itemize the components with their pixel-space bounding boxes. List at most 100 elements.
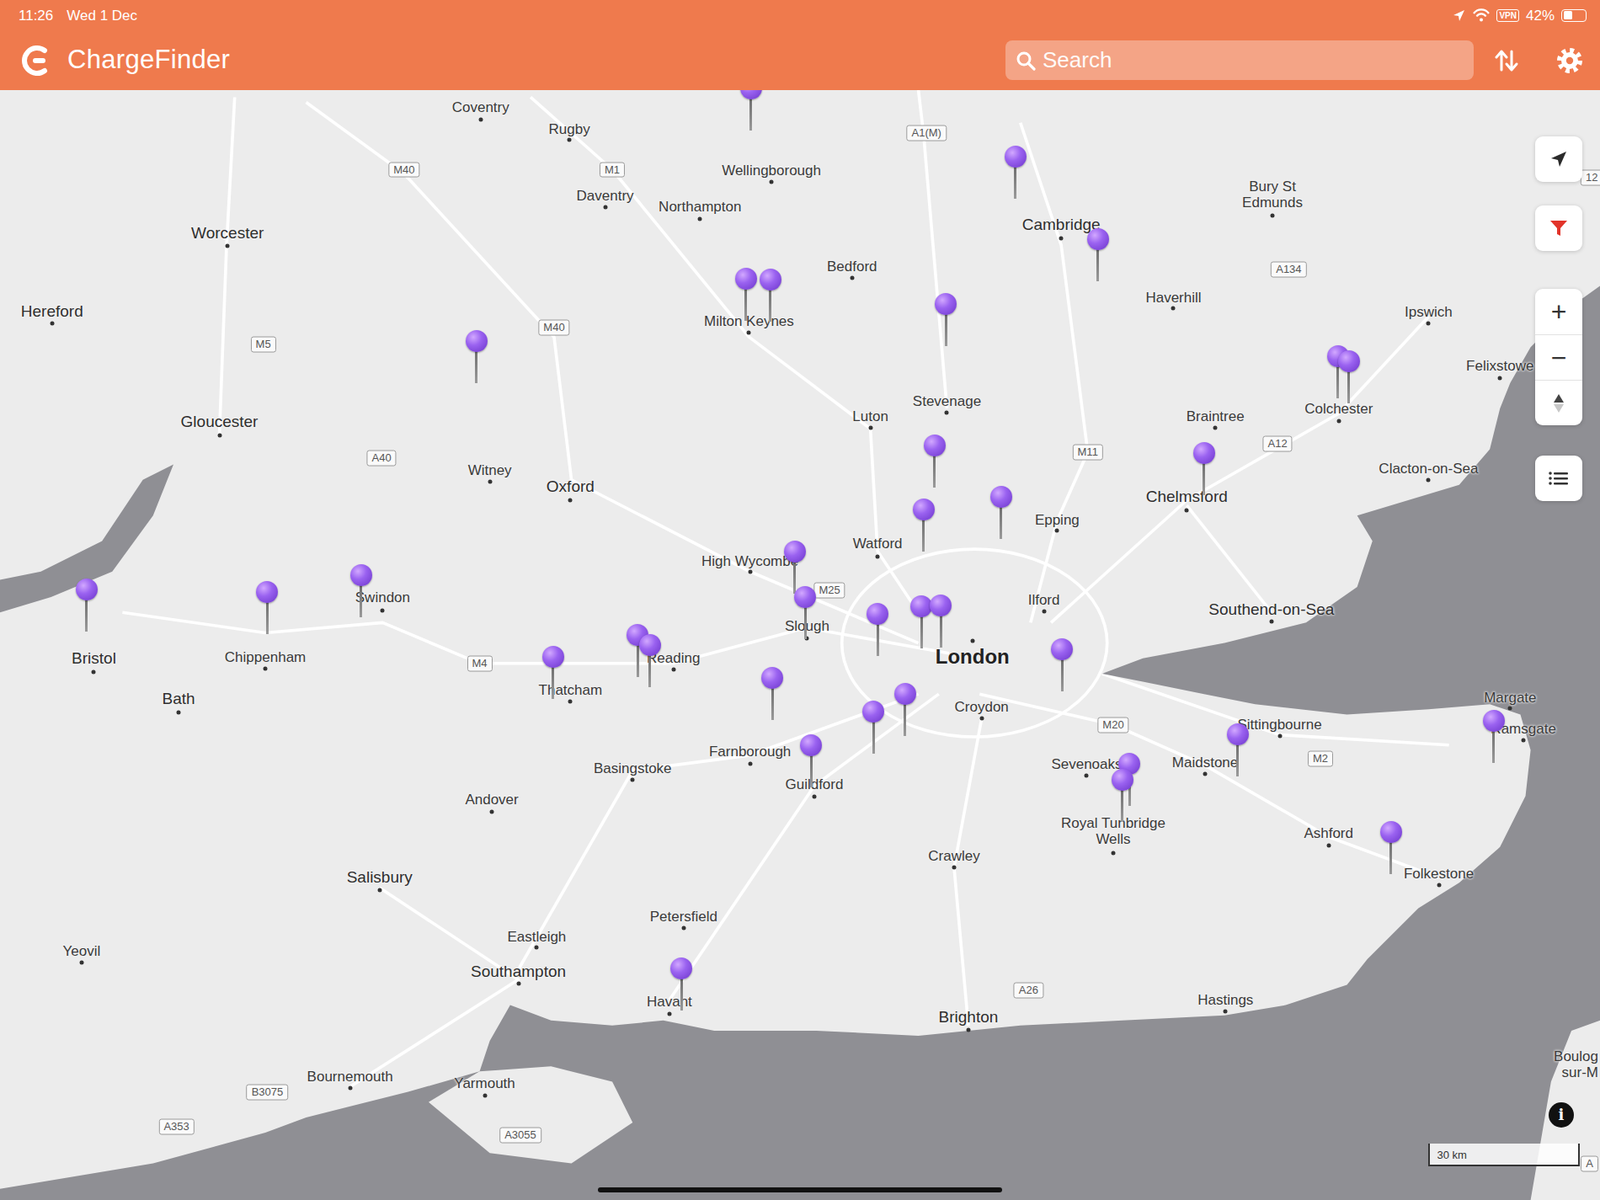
pin-needle [636, 643, 640, 678]
pin-needle [749, 96, 752, 131]
place-label: Bedford [826, 258, 878, 276]
city-dot [567, 138, 572, 143]
charger-pin[interactable] [740, 90, 763, 130]
road-label: M11 [1072, 444, 1104, 461]
zoom-in-label: + [1551, 298, 1568, 326]
search-field[interactable] [1005, 40, 1474, 80]
city-dot [568, 698, 573, 704]
charger-pin[interactable] [784, 540, 806, 593]
pin-head [794, 586, 816, 608]
road-label: M20 [1097, 716, 1129, 733]
place-label: Haverhill [1145, 289, 1201, 307]
city-dot [1203, 771, 1208, 776]
charger-pin[interactable] [256, 581, 278, 634]
pin-head [256, 581, 278, 603]
filter-button[interactable] [1535, 205, 1583, 251]
charger-pin[interactable] [761, 666, 784, 720]
pin-needle [1096, 247, 1099, 282]
city-dot [1055, 528, 1060, 534]
place-label: Oxford [546, 477, 595, 496]
charger-pin[interactable] [1193, 442, 1216, 495]
charger-pin[interactable] [1482, 709, 1505, 763]
charger-pin[interactable] [862, 700, 885, 753]
pin-needle [793, 560, 796, 594]
place-label: Cambridge [1022, 215, 1101, 235]
pin-head [912, 498, 935, 521]
place-label: Stevenage [912, 393, 982, 411]
city-dot [380, 608, 385, 613]
place-label: Rugby [549, 121, 591, 139]
city-dot [568, 498, 573, 503]
city-dot [490, 809, 495, 814]
charger-pin[interactable] [794, 586, 816, 639]
place-label: Chelmsford [1146, 488, 1228, 507]
charger-pin[interactable] [1050, 638, 1073, 691]
charger-pin[interactable] [759, 268, 782, 321]
road-label: B3075 [246, 1083, 289, 1100]
pin-head [1380, 821, 1403, 843]
place-label: Coventry [452, 99, 510, 117]
place-label: Bristol [71, 649, 117, 668]
pin-head [923, 434, 946, 457]
logo-icon [18, 42, 54, 79]
charger-pin[interactable] [1004, 145, 1027, 198]
city-dot [516, 981, 521, 987]
home-indicator[interactable] [597, 1187, 1003, 1193]
search-input[interactable] [1042, 40, 1464, 80]
charger-pin[interactable] [934, 293, 957, 346]
pin-head [1226, 723, 1249, 746]
place-label: Crawley [928, 848, 980, 865]
map-view[interactable]: CoventryRugbyWellingboroughDaventryNorth… [0, 90, 1600, 1200]
place-label: Royal Tunbridge Wells [1050, 815, 1177, 848]
city-dot [1426, 477, 1431, 482]
sort-icon[interactable] [1493, 48, 1520, 74]
charger-pin[interactable] [1111, 768, 1134, 822]
charger-pin[interactable] [350, 564, 373, 617]
filter-control [1535, 205, 1583, 251]
place-label: Milton Keynes [704, 313, 795, 331]
zoom-out-button[interactable]: − [1535, 334, 1583, 380]
pin-head [350, 564, 373, 587]
charger-pin[interactable] [990, 485, 1013, 539]
place-label: Bournemouth [307, 1068, 394, 1086]
charger-pin[interactable] [912, 498, 935, 551]
status-time: 11:26 [18, 8, 54, 23]
charger-pin[interactable] [1380, 821, 1403, 874]
charger-pin[interactable] [465, 330, 488, 383]
city-dot [1270, 213, 1275, 219]
charger-pin[interactable] [1226, 723, 1249, 776]
charger-pin[interactable] [800, 734, 822, 787]
info-button[interactable]: i [1548, 1102, 1574, 1128]
pin-needle [1202, 461, 1206, 496]
pin-needle [768, 288, 772, 322]
locate-button[interactable] [1535, 136, 1583, 182]
charger-pin[interactable] [735, 267, 758, 320]
pin-needle [771, 686, 774, 720]
city-dot [698, 216, 703, 221]
place-label: Boulog [1553, 1048, 1599, 1066]
pin-needle [1236, 742, 1239, 777]
charger-pin[interactable] [866, 602, 889, 656]
charger-pin[interactable] [894, 682, 917, 736]
city-dot [263, 666, 268, 672]
charger-pin[interactable] [542, 645, 565, 699]
charger-pin[interactable] [670, 957, 693, 1010]
charger-pin[interactable] [929, 594, 952, 647]
place-label: Ashford [1303, 826, 1354, 843]
charger-pin[interactable] [1338, 350, 1360, 403]
charger-pin[interactable] [75, 578, 98, 631]
place-label: Petersfield [650, 908, 718, 926]
charger-pin[interactable] [1087, 228, 1110, 281]
road-label: M25 [813, 581, 845, 598]
place-label: Croydon [954, 698, 1009, 716]
list-button[interactable] [1535, 455, 1583, 502]
status-bar: 11:26Wed 1 DecVPN42% [0, 0, 1600, 31]
compass-button[interactable] [1535, 379, 1583, 426]
place-label: Yarmouth [453, 1075, 515, 1093]
pin-needle [810, 753, 813, 788]
zoom-in-button[interactable]: + [1535, 288, 1583, 335]
place-label: Eastleigh [506, 928, 566, 946]
charger-pin[interactable] [639, 634, 662, 687]
gear-icon[interactable] [1556, 47, 1584, 75]
charger-pin[interactable] [923, 434, 946, 487]
